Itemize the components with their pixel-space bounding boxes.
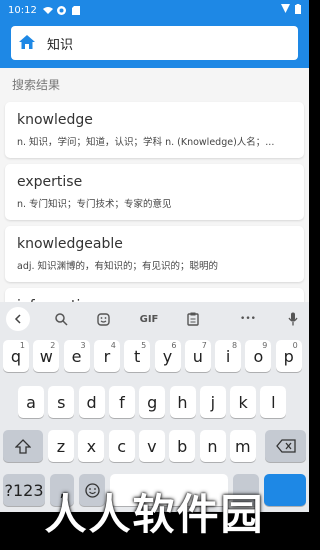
key-g[interactable]: g bbox=[139, 386, 166, 418]
key-o[interactable]: o9 bbox=[245, 340, 272, 372]
key-r-hint: 4 bbox=[110, 341, 116, 350]
key-n-label: n bbox=[207, 436, 218, 456]
key-q[interactable]: q1 bbox=[3, 340, 29, 372]
key-t-label: t bbox=[134, 346, 141, 366]
shift-key[interactable] bbox=[3, 430, 43, 462]
key-b-label: b bbox=[177, 436, 188, 456]
clipboard-icon[interactable] bbox=[182, 307, 204, 331]
search-box[interactable] bbox=[11, 26, 298, 60]
key-f-label: f bbox=[119, 392, 125, 412]
results-panel: 搜索结果 knowledge n. 知识，学问；知道，认识；学科 n. (Kno… bbox=[0, 68, 309, 308]
key-h-label: h bbox=[177, 392, 188, 412]
key-z-label: z bbox=[56, 436, 66, 456]
key-s-label: s bbox=[57, 392, 66, 412]
key-e[interactable]: e3 bbox=[63, 340, 90, 372]
result-word: knowledge bbox=[17, 112, 93, 128]
wifi-status-icon bbox=[42, 5, 53, 15]
sd-card-icon bbox=[71, 5, 81, 15]
gif-button[interactable]: GIF bbox=[134, 307, 164, 331]
key-x-label: x bbox=[86, 436, 97, 456]
key-w-hint: 2 bbox=[50, 341, 56, 350]
key-n[interactable]: n bbox=[199, 430, 226, 462]
key-x[interactable]: x bbox=[78, 430, 105, 462]
search-header bbox=[0, 20, 309, 68]
result-word: knowledgeable bbox=[17, 236, 123, 252]
backspace-key[interactable] bbox=[265, 430, 306, 462]
microphone-icon[interactable] bbox=[284, 307, 302, 331]
key-l-label: l bbox=[271, 392, 276, 412]
key-q-hint: 1 bbox=[19, 341, 25, 350]
key-f[interactable]: f bbox=[108, 386, 135, 418]
key-a[interactable]: a bbox=[18, 386, 44, 418]
key-o-hint: 9 bbox=[262, 341, 268, 350]
key-s[interactable]: s bbox=[48, 386, 75, 418]
key-k[interactable]: k bbox=[230, 386, 257, 418]
result-card[interactable]: expertise n. 专门知识；专门技术；专家的意见 bbox=[5, 164, 304, 220]
search-input[interactable] bbox=[47, 35, 267, 51]
key-u[interactable]: u7 bbox=[184, 340, 211, 372]
key-j[interactable]: j bbox=[199, 386, 226, 418]
key-a-label: a bbox=[26, 392, 36, 412]
keyboard-toolbar: GIF ••• bbox=[0, 302, 309, 336]
key-e-hint: 3 bbox=[80, 341, 86, 350]
results-title: 搜索结果 bbox=[12, 78, 61, 92]
key-c-label: c bbox=[117, 436, 126, 456]
result-card[interactable]: knowledge n. 知识，学问；知道，认识；学科 n. (Knowledg… bbox=[5, 102, 304, 158]
search-icon[interactable] bbox=[50, 307, 72, 331]
key-t[interactable]: t5 bbox=[124, 340, 151, 372]
key-u-hint: 7 bbox=[201, 341, 207, 350]
key-j-label: j bbox=[210, 392, 216, 412]
key-m-label: m bbox=[235, 436, 251, 456]
more-options-button[interactable]: ••• bbox=[236, 307, 260, 331]
result-definition: n. 专门知识；专门技术；专家的意见 bbox=[17, 199, 172, 210]
key-y[interactable]: y6 bbox=[154, 340, 181, 372]
key-m[interactable]: m bbox=[229, 430, 256, 462]
home-icon[interactable] bbox=[19, 34, 35, 53]
backspace-icon bbox=[275, 439, 296, 453]
key-b[interactable]: b bbox=[169, 430, 196, 462]
result-definition: adj. 知识渊博的，有知识的；有见识的；聪明的 bbox=[17, 261, 219, 272]
key-w[interactable]: w2 bbox=[33, 340, 60, 372]
result-word: expertise bbox=[17, 174, 83, 190]
key-l[interactable]: l bbox=[260, 386, 287, 418]
key-g-label: g bbox=[147, 392, 158, 412]
key-h[interactable]: h bbox=[169, 386, 196, 418]
key-v-label: v bbox=[147, 436, 157, 456]
key-i-label: i bbox=[225, 346, 231, 366]
signal-icon bbox=[281, 4, 290, 16]
watermark-text: 人人软件园 bbox=[44, 489, 265, 539]
key-p[interactable]: p0 bbox=[275, 340, 302, 372]
key-r-label: r bbox=[103, 346, 111, 366]
key-r[interactable]: r4 bbox=[93, 340, 120, 372]
result-definition: n. 知识，学问；知道，认识；学科 n. (Knowledge)人名；... bbox=[17, 137, 275, 148]
status-bar: 10:12 bbox=[0, 0, 309, 20]
key-y-hint: 6 bbox=[171, 341, 177, 350]
status-time: 10:12 bbox=[8, 4, 37, 16]
key-t-hint: 5 bbox=[141, 341, 147, 350]
sticker-icon[interactable] bbox=[92, 307, 114, 331]
key-z[interactable]: z bbox=[48, 430, 74, 462]
key-d[interactable]: d bbox=[78, 386, 105, 418]
key-c[interactable]: c bbox=[108, 430, 135, 462]
key-v[interactable]: v bbox=[138, 430, 165, 462]
result-card[interactable]: knowledgeable adj. 知识渊博的，有知识的；有见识的；聪明的 bbox=[5, 226, 304, 282]
battery-icon bbox=[295, 3, 301, 17]
notification-icon bbox=[57, 5, 67, 15]
chevron-left-icon[interactable] bbox=[6, 307, 30, 331]
shift-icon bbox=[15, 438, 31, 454]
key-i-hint: 8 bbox=[232, 341, 238, 350]
key-d-label: d bbox=[86, 392, 97, 412]
key-i[interactable]: i8 bbox=[215, 340, 242, 372]
key-p-hint: 0 bbox=[292, 341, 298, 350]
key-k-label: k bbox=[238, 392, 248, 412]
